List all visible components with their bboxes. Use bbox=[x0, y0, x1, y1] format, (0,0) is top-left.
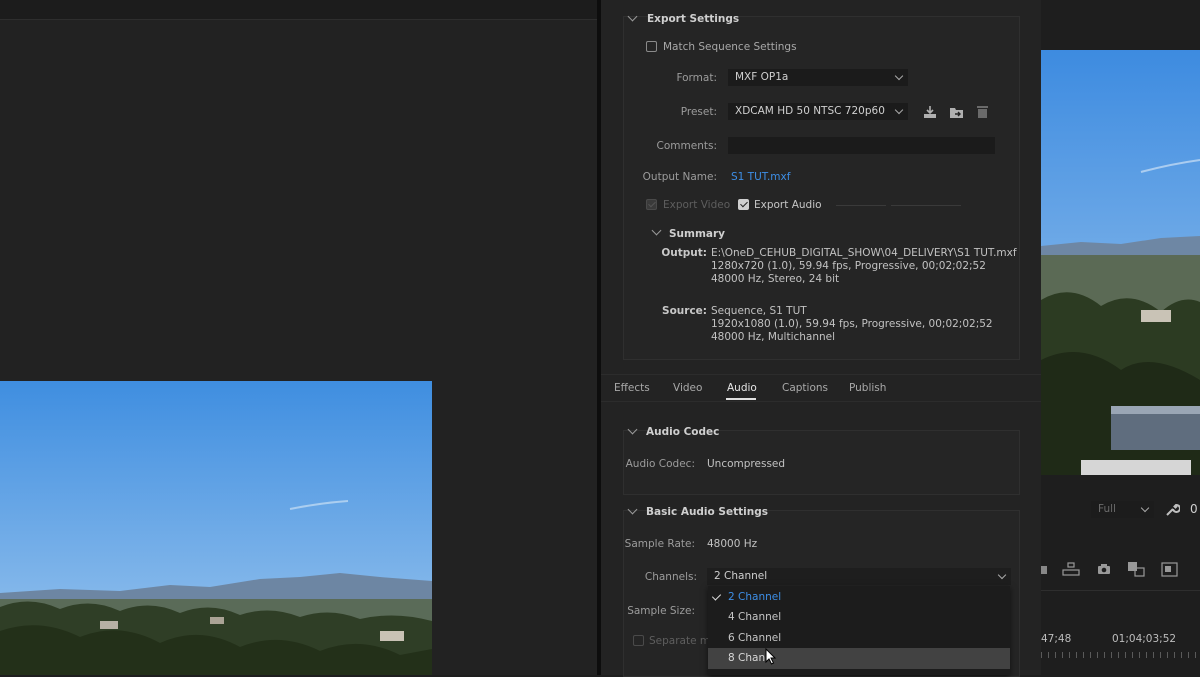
separate-mono-label: Separate mo bbox=[649, 635, 717, 647]
summary-header: Summary bbox=[669, 228, 726, 240]
tab-audio[interactable]: Audio bbox=[727, 382, 757, 394]
sample-rate-label: Sample Rate: bbox=[624, 538, 695, 550]
import-preset-icon[interactable] bbox=[949, 105, 964, 119]
summary-source-label: Source: bbox=[662, 305, 707, 317]
format-value: MXF OP1a bbox=[735, 71, 789, 83]
checkmark-icon bbox=[711, 591, 722, 601]
zoom-level-dropdown[interactable]: Full bbox=[1091, 501, 1154, 518]
zoom-level-value: Full bbox=[1098, 503, 1116, 515]
summary-output-text: E:\OneD_CEHUB_DIGITAL_SHOW\04_DELIVERY\S… bbox=[711, 247, 1017, 286]
separate-mono-checkbox bbox=[633, 635, 644, 646]
divider-line bbox=[836, 205, 886, 206]
summary-output-line: 1280x720 (1.0), 59.94 fps, Progressive, … bbox=[711, 260, 986, 272]
preset-dropdown[interactable]: XDCAM HD 50 NTSC 720p60 bbox=[728, 103, 908, 120]
export-video-label: Export Video bbox=[663, 199, 731, 211]
channels-option-6[interactable]: 6 Channel bbox=[708, 628, 1010, 648]
summary-output-line: 48000 Hz, Stereo, 24 bit bbox=[711, 273, 840, 285]
audio-codec-header: Audio Codec bbox=[646, 426, 720, 438]
tab-captions[interactable]: Captions bbox=[782, 382, 828, 394]
tabs-divider bbox=[601, 374, 1041, 375]
tab-effects[interactable]: Effects bbox=[614, 382, 650, 394]
wrench-icon[interactable] bbox=[1165, 502, 1180, 517]
export-settings-dialog: Export Settings Match Sequence Settings … bbox=[601, 0, 1041, 677]
channels-label: Channels: bbox=[644, 571, 697, 583]
summary-source-line: 48000 Hz, Multichannel bbox=[711, 331, 836, 343]
save-preset-icon[interactable] bbox=[923, 105, 937, 119]
export-audio-checkbox[interactable] bbox=[738, 199, 749, 210]
summary-source-text: Sequence, S1 TUT 1920x1080 (1.0), 59.94 … bbox=[711, 305, 993, 344]
audio-codec-label: Audio Codec: bbox=[625, 458, 695, 470]
preset-value: XDCAM HD 50 NTSC 720p60 bbox=[735, 105, 885, 117]
channels-menu: 2 Channel 4 Channel 6 Channel 8 Chann bbox=[708, 586, 1010, 675]
tabs-bottom-divider bbox=[601, 401, 1041, 402]
option-label: 4 Channel bbox=[728, 611, 782, 623]
preset-label: Preset: bbox=[680, 106, 717, 118]
partial-timecode: 0 bbox=[1190, 502, 1198, 516]
sample-size-label: Sample Size: bbox=[627, 605, 695, 617]
timecode-marker: 01;04;03;52 bbox=[1112, 633, 1177, 645]
summary-output-label: Output: bbox=[661, 247, 707, 259]
chevron-down-icon bbox=[997, 570, 1007, 580]
export-audio-label: Export Audio bbox=[754, 199, 822, 211]
summary-output-line: E:\OneD_CEHUB_DIGITAL_SHOW\04_DELIVERY\S… bbox=[711, 247, 1017, 259]
channels-option-4[interactable]: 4 Channel bbox=[708, 607, 1010, 627]
channels-option-2[interactable]: 2 Channel bbox=[708, 587, 1010, 607]
chevron-down-icon bbox=[894, 71, 904, 81]
audio-codec-value: Uncompressed bbox=[707, 458, 786, 470]
delete-preset-icon[interactable] bbox=[976, 104, 989, 119]
basic-audio-header: Basic Audio Settings bbox=[646, 506, 768, 518]
left-video-frame bbox=[0, 381, 432, 675]
export-settings-header: Export Settings bbox=[647, 13, 740, 25]
export-video-checkbox bbox=[646, 199, 657, 210]
output-name-label: Output Name: bbox=[642, 171, 717, 183]
summary-source-line: 1920x1080 (1.0), 59.94 fps, Progressive,… bbox=[711, 318, 993, 330]
timecode-marker: 47;48 bbox=[1041, 633, 1072, 645]
format-dropdown[interactable]: MXF OP1a bbox=[728, 69, 908, 86]
match-sequence-label: Match Sequence Settings bbox=[663, 41, 797, 53]
comments-input[interactable] bbox=[728, 137, 995, 154]
program-monitor-frame bbox=[1041, 50, 1200, 475]
tab-publish[interactable]: Publish bbox=[849, 382, 886, 394]
camera-icon[interactable] bbox=[1097, 563, 1111, 575]
option-label: 6 Channel bbox=[728, 632, 782, 644]
comments-label: Comments: bbox=[656, 140, 717, 152]
channels-dropdown[interactable]: 2 Channel bbox=[707, 568, 1011, 585]
step-icon[interactable] bbox=[1041, 564, 1049, 576]
match-sequence-checkbox[interactable] bbox=[646, 41, 657, 52]
insert-icon[interactable] bbox=[1062, 562, 1080, 576]
sample-rate-value: 48000 Hz bbox=[707, 538, 758, 550]
overlay-icon[interactable] bbox=[1161, 562, 1178, 577]
compare-view-icon[interactable] bbox=[1127, 561, 1145, 577]
mouse-cursor-icon bbox=[765, 648, 777, 665]
active-tab-indicator bbox=[726, 398, 756, 400]
summary-source-line: Sequence, S1 TUT bbox=[711, 305, 807, 317]
divider-line bbox=[891, 205, 961, 206]
format-label: Format: bbox=[676, 72, 717, 84]
left-panel-header bbox=[0, 0, 597, 20]
output-name-link[interactable]: S1 TUT.mxf bbox=[731, 171, 790, 183]
channels-value: 2 Channel bbox=[714, 570, 768, 582]
chevron-down-icon bbox=[1140, 503, 1150, 513]
option-label: 2 Channel bbox=[728, 591, 782, 603]
channels-option-8[interactable]: 8 Chann bbox=[708, 648, 1010, 669]
tab-video[interactable]: Video bbox=[673, 382, 702, 394]
timeline-ruler[interactable] bbox=[1041, 652, 1200, 658]
chevron-down-icon bbox=[894, 105, 904, 115]
timeline-divider bbox=[1041, 590, 1200, 591]
